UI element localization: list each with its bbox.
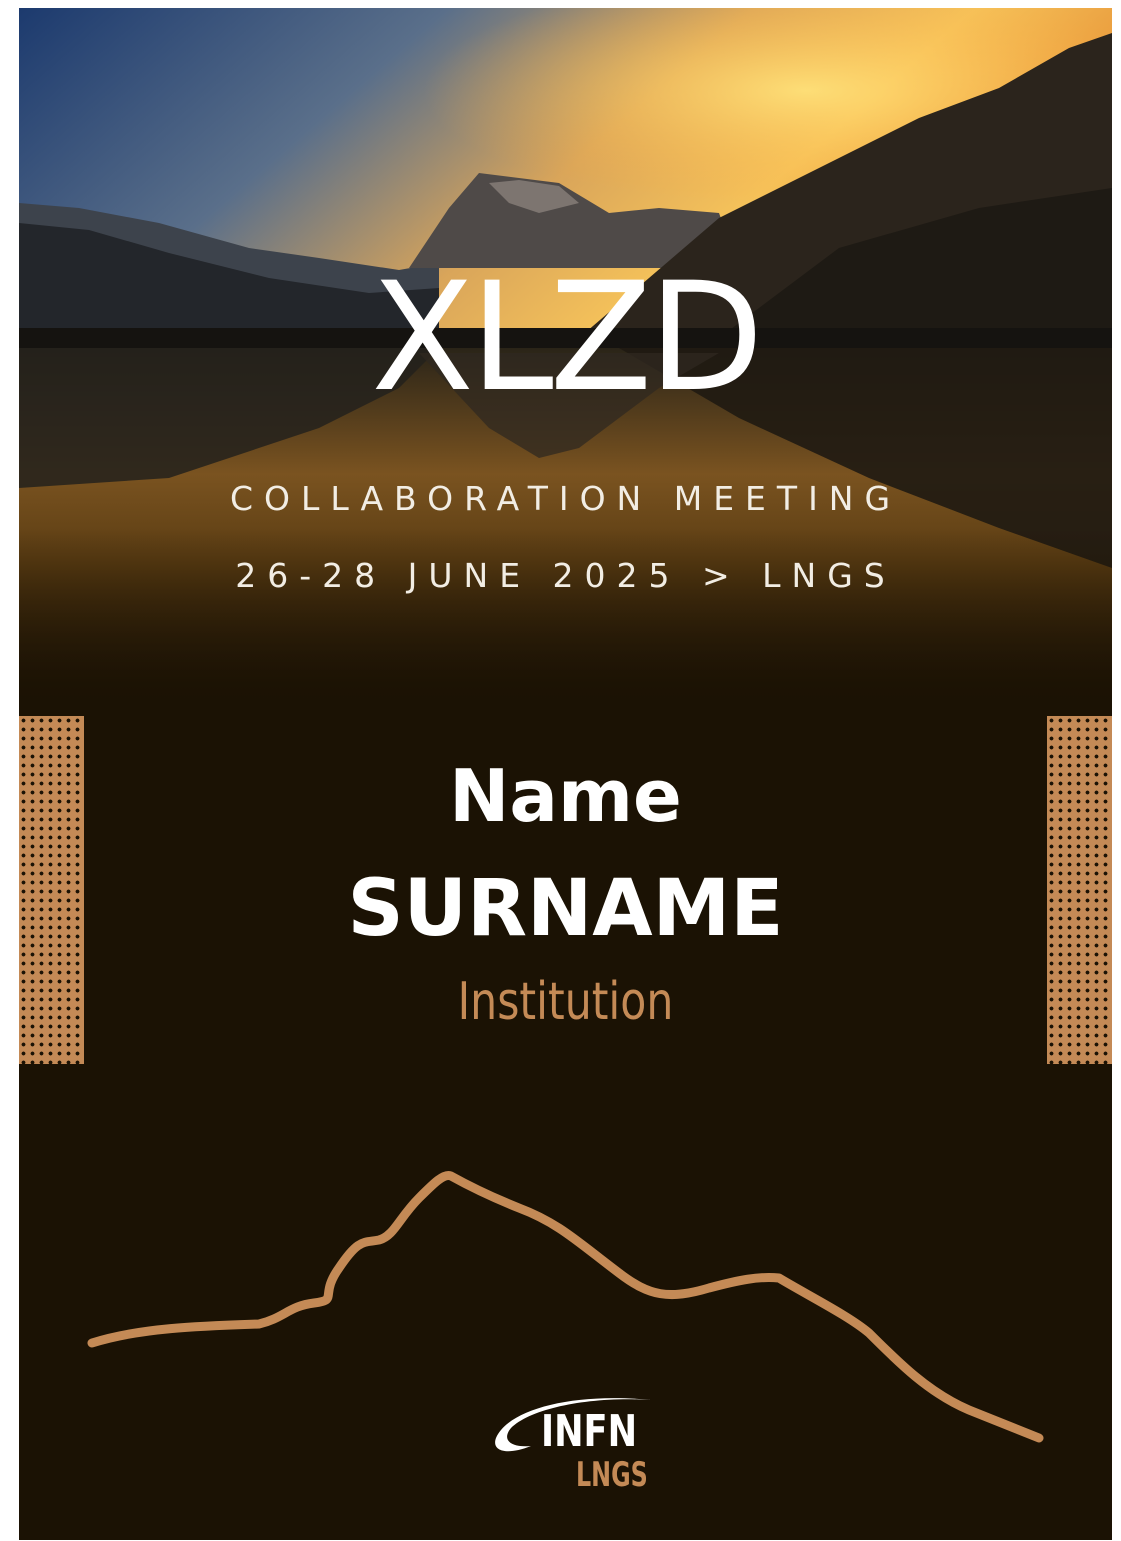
logo-infn-text: INFN xyxy=(541,1406,638,1457)
event-title: XLZD xyxy=(371,251,764,425)
infn-lngs-logo: INFN LNGS xyxy=(471,1378,671,1503)
attendee-institution: Institution xyxy=(457,972,674,1032)
logo-lngs-text: LNGS xyxy=(576,1455,648,1495)
attendee-first-name: Name xyxy=(449,754,682,838)
attendee-last-name: SURNAME xyxy=(347,864,784,954)
event-subtitle: COLLABORATION MEETING xyxy=(229,479,902,518)
event-dates-location: 26-28 JUNE 2025 > LNGS xyxy=(235,556,896,595)
badge: XLZD COLLABORATION MEETING 26-28 JUNE 20… xyxy=(19,8,1112,1540)
